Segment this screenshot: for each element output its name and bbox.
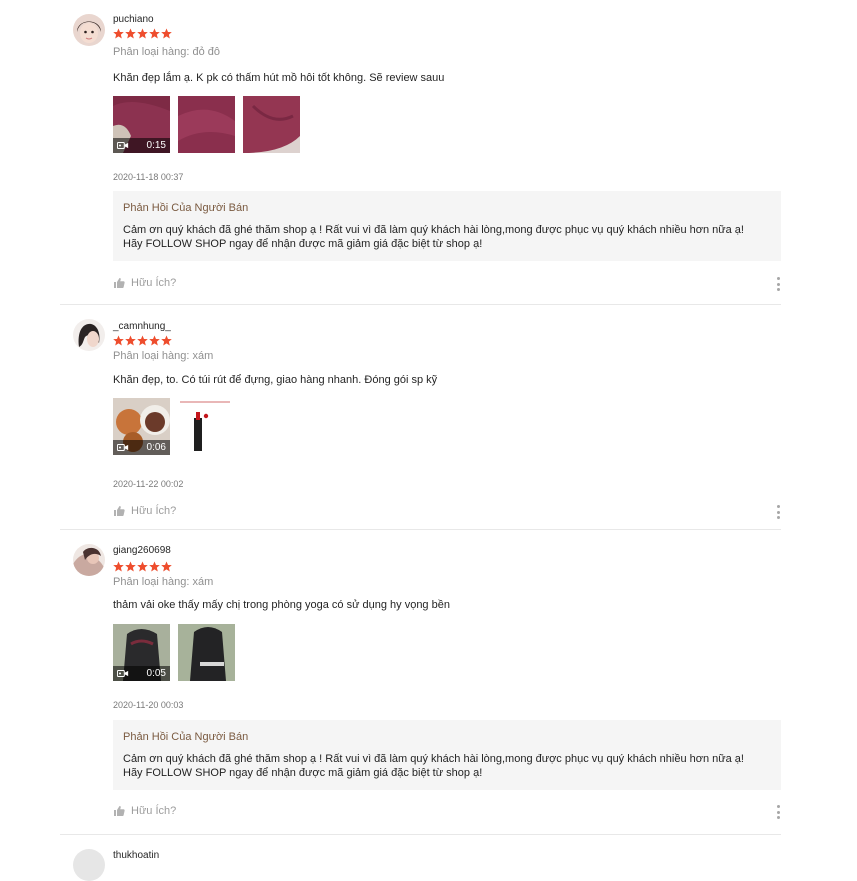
review-comment: Khăn đẹp lắm ạ. K pk có thấm hút mồ hôi …	[113, 72, 445, 84]
avatar[interactable]	[73, 544, 105, 576]
avatar[interactable]	[73, 849, 105, 881]
review-item: giang260698 Phân loại hàng: xám thảm vải…	[60, 530, 781, 835]
helpful-label: Hữu Ích?	[131, 805, 177, 817]
star-icon	[137, 28, 148, 39]
thumbs-up-icon	[113, 805, 125, 817]
thumbs-up-icon	[113, 277, 125, 289]
video-duration: 0:05	[146, 668, 166, 679]
more-options-icon[interactable]	[775, 505, 781, 519]
review-media: 0:05	[113, 624, 235, 681]
seller-reply: Phản Hồi Của Người Bán Cảm ơn quý khách …	[113, 191, 781, 261]
star-icon	[113, 28, 124, 39]
reviewer-username[interactable]: thukhoatin	[113, 850, 159, 862]
seller-reply-text: Cảm ơn quý khách đã ghé thăm shop ạ ! Rấ…	[123, 753, 744, 765]
seller-reply-text: Hãy FOLLOW SHOP ngay để nhận được mã giả…	[123, 767, 483, 779]
star-icon	[161, 28, 172, 39]
helpful-button[interactable]: Hữu Ích?	[113, 276, 176, 290]
more-options-icon[interactable]	[775, 805, 781, 819]
review-media: 0:15	[113, 96, 300, 153]
rating-stars	[113, 561, 172, 573]
seller-reply: Phản Hồi Của Người Bán Cảm ơn quý khách …	[113, 720, 781, 790]
star-icon	[137, 335, 148, 346]
helpful-button[interactable]: Hữu Ích?	[113, 804, 176, 818]
product-variation: Phân loại hàng: đỏ đô	[113, 46, 221, 58]
video-camera-icon	[117, 669, 129, 678]
product-variation: Phân loại hàng: xám	[113, 350, 214, 362]
review-timestamp: 2020-11-20 00:03	[113, 700, 184, 710]
star-icon	[161, 561, 172, 572]
seller-reply-text: Cảm ơn quý khách đã ghé thăm shop ạ ! Rấ…	[123, 224, 744, 236]
thumbs-up-icon	[113, 505, 125, 517]
video-camera-icon	[117, 443, 129, 452]
image-thumbnail[interactable]	[243, 96, 300, 153]
helpful-label: Hữu Ích?	[131, 277, 177, 289]
review-media: 0:06	[113, 398, 235, 455]
rating-stars	[113, 335, 172, 347]
seller-reply-title: Phản Hồi Của Người Bán	[123, 731, 249, 743]
reviewer-username[interactable]: puchiano	[113, 14, 154, 26]
video-bar: 0:15	[113, 138, 170, 153]
avatar[interactable]	[73, 14, 105, 46]
image-thumbnail[interactable]	[178, 398, 235, 455]
star-icon	[149, 335, 160, 346]
review-comment: thảm vải oke thấy mấy chị trong phòng yo…	[113, 599, 450, 611]
review-timestamp: 2020-11-22 00:02	[113, 479, 184, 489]
seller-reply-text: Hãy FOLLOW SHOP ngay để nhận được mã giả…	[123, 238, 483, 250]
video-bar: 0:06	[113, 440, 170, 455]
review-comment: Khăn đẹp, to. Có túi rút để đựng, giao h…	[113, 374, 438, 386]
helpful-label: Hữu Ích?	[131, 505, 177, 517]
reviewer-username[interactable]: _camnhung_	[113, 321, 171, 333]
more-options-icon[interactable]	[775, 277, 781, 291]
review-timestamp: 2020-11-18 00:37	[113, 172, 184, 182]
video-thumbnail[interactable]: 0:05	[113, 624, 170, 681]
rating-stars	[113, 28, 172, 40]
star-icon	[137, 561, 148, 572]
star-icon	[125, 561, 136, 572]
reviewer-username[interactable]: giang260698	[113, 545, 171, 557]
review-item: puchiano Phân loại hàng: đỏ đô Khăn đẹp …	[60, 14, 781, 305]
avatar[interactable]	[73, 319, 105, 351]
video-bar: 0:05	[113, 666, 170, 681]
star-icon	[125, 28, 136, 39]
star-icon	[161, 335, 172, 346]
review-item: thukhoatin	[60, 835, 781, 881]
video-duration: 0:06	[146, 442, 166, 453]
video-camera-icon	[117, 141, 129, 150]
seller-reply-title: Phản Hồi Của Người Bán	[123, 202, 249, 214]
video-thumbnail[interactable]: 0:06	[113, 398, 170, 455]
star-icon	[149, 28, 160, 39]
product-variation: Phân loại hàng: xám	[113, 576, 214, 588]
star-icon	[149, 561, 160, 572]
review-item: _camnhung_ Phân loại hàng: xám Khăn đẹp,…	[60, 305, 781, 530]
star-icon	[113, 335, 124, 346]
star-icon	[125, 335, 136, 346]
image-thumbnail[interactable]	[178, 624, 235, 681]
star-icon	[113, 561, 124, 572]
video-duration: 0:15	[146, 140, 166, 151]
image-thumbnail[interactable]	[178, 96, 235, 153]
helpful-button[interactable]: Hữu Ích?	[113, 504, 176, 518]
video-thumbnail[interactable]: 0:15	[113, 96, 170, 153]
